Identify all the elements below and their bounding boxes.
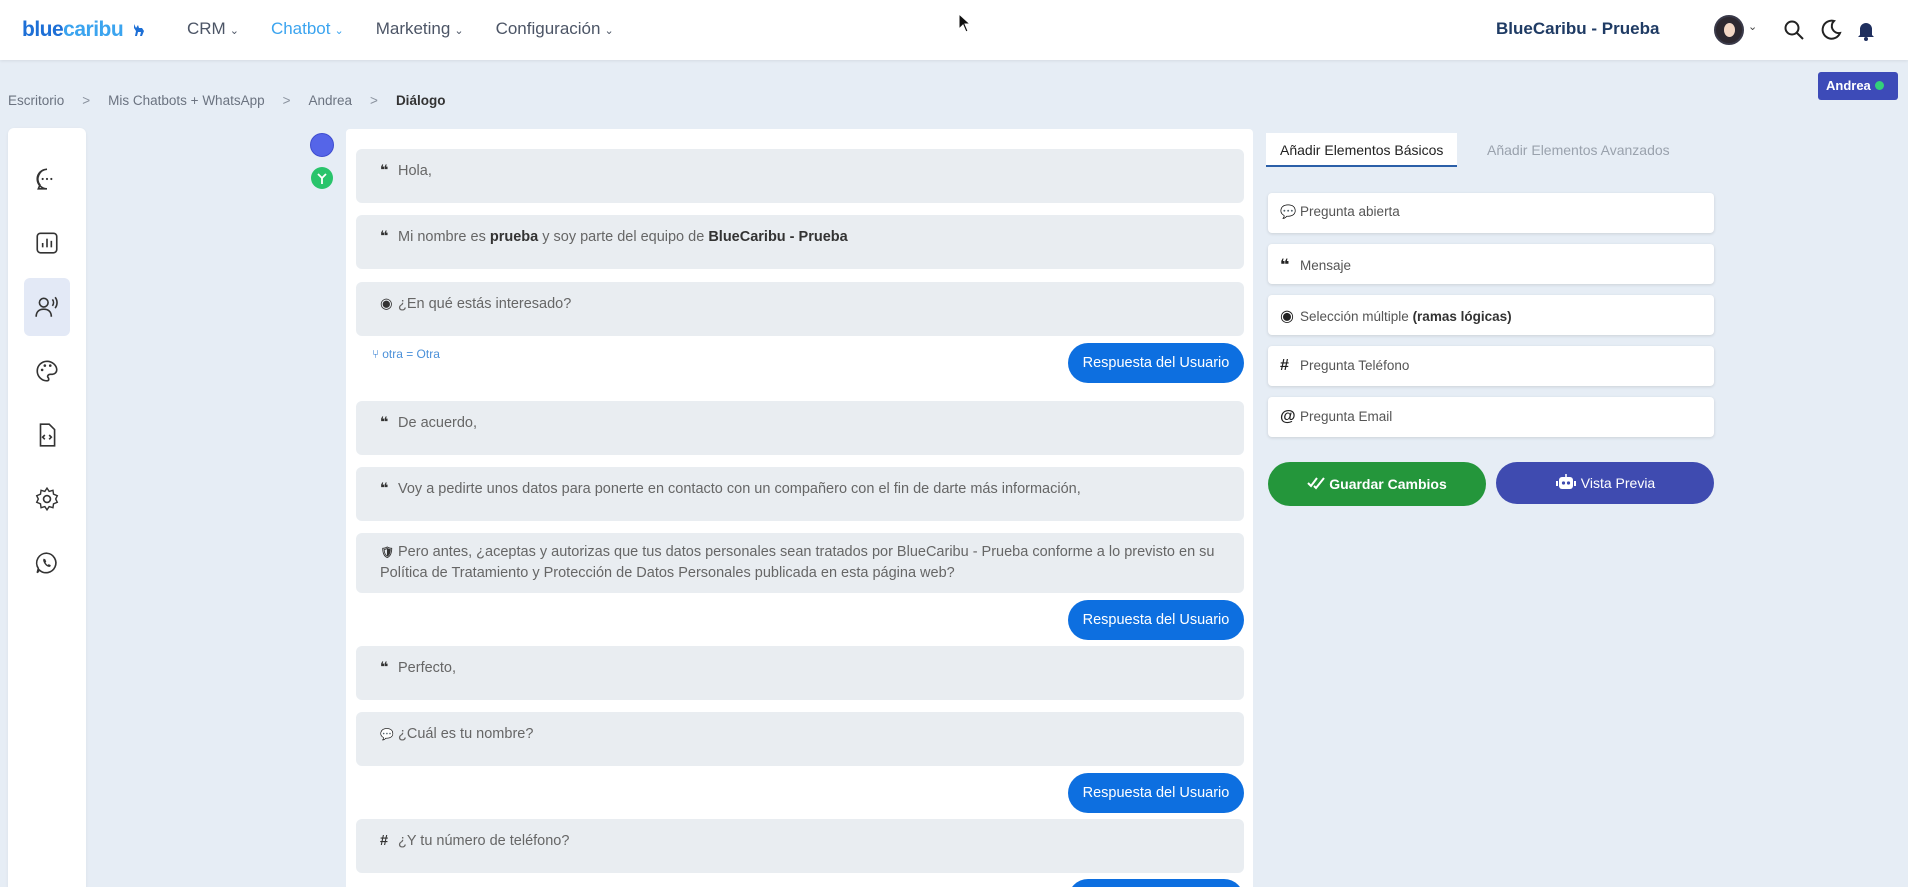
gear-icon [35,486,59,512]
palette-icon [36,360,58,382]
sidebar-item-whatsapp[interactable] [24,534,70,592]
nav-configuracion[interactable]: Configuración ⌄ [496,19,614,39]
element-tabs: Añadir Elementos Básicos Añadir Elemento… [1266,133,1716,167]
quote-icon: ❝ [380,229,389,245]
dialog-message[interactable]: 💬 ¿Cuál es tu nombre? [356,712,1244,766]
dialog-message[interactable]: 🛡 Pero antes, ¿aceptas y autorizas que tu… [356,533,1244,593]
quote-icon: ❝ [380,481,389,497]
sidebar-item-design[interactable] [24,342,70,400]
deer-logo-icon [133,24,144,36]
sidebar-item-settings[interactable] [24,470,70,528]
tab-basic-elements[interactable]: Añadir Elementos Básicos [1266,133,1458,167]
user-status-badge[interactable]: Andrea [1818,72,1898,100]
bar-chart-icon [36,232,58,254]
branch-toggle-button[interactable] [311,167,333,189]
nav-chatbot[interactable]: Chatbot ⌄ [271,19,344,39]
breadcrumb-andrea[interactable]: Andrea [309,93,353,108]
bell-icon[interactable] [1854,18,1878,42]
user-voice-icon [35,296,58,317]
tab-advanced-elements[interactable]: Añadir Elementos Avanzados [1473,133,1684,167]
sidebar-item-conversations[interactable] [24,150,70,208]
element-message[interactable]: ❝ Mensaje [1268,244,1714,284]
top-navbar: bluecaribu CRM ⌄ Chatbot ⌄ Marketing ⌄ Conf… [0,0,1908,60]
chevron-down-icon: ⌄ [604,25,614,37]
quote-icon: ❝ [380,415,389,431]
user-response-button[interactable] [1068,879,1244,887]
speech-bubble-icon: 💬 [380,729,394,741]
add-node-button[interactable] [310,133,334,157]
double-check-icon [1307,477,1326,490]
breadcrumb-current: Diálogo [395,93,446,108]
sidebar-item-code[interactable] [24,406,70,464]
sidebar-item-contacts[interactable] [24,278,70,336]
company-name: BlueCaribu - Prueba [1496,19,1660,38]
robot-icon [1555,474,1576,489]
quote-icon: ❝ [380,660,389,676]
breadcrumb: Escritorio > Mis Chatbots + WhatsApp > A… [8,93,446,108]
moon-icon[interactable] [1819,18,1843,42]
chevron-down-icon[interactable]: ⌄ [1748,20,1757,33]
user-response-button[interactable]: Respuesta del Usuario [1068,600,1244,640]
at-icon: @ [1280,408,1296,425]
shield-icon: 🛡 [380,547,394,559]
preview-button[interactable]: Vista Previa [1496,462,1714,504]
chevron-down-icon: ⌄ [334,25,344,37]
element-multiple-choice[interactable]: ◉ Selección múltiple (ramas lógicas) [1268,295,1714,335]
dialog-message[interactable]: ◉ ¿En qué estás interesado? [356,282,1244,336]
element-phone-question[interactable]: # Pregunta Teléfono [1268,346,1714,386]
whatsapp-icon [35,552,57,574]
save-button[interactable]: Guardar Cambios [1268,462,1486,506]
dialog-editor: ❝ Hola, ❝ Mi nombre es prueba y soy parte … [346,129,1253,887]
dialog-message[interactable]: # ¿Y tu número de teléfono? [356,819,1244,873]
chat-bubble-icon [36,168,53,190]
chevron-down-icon: ⌄ [229,25,239,37]
element-email-question[interactable]: @ Pregunta Email [1268,397,1714,437]
speech-bubble-icon: 💬 [1280,204,1297,219]
breadcrumb-escritorio[interactable]: Escritorio [8,93,64,108]
online-status-dot [1874,81,1884,90]
dialog-message[interactable]: ❝ Voy a pedirte unos datos para ponerte e… [356,467,1244,521]
nav-crm[interactable]: CRM ⌄ [187,19,239,39]
branch-icon [317,173,327,184]
left-sidebar [8,128,86,887]
search-icon[interactable] [1782,18,1806,42]
quote-icon: ❝ [1280,257,1290,274]
main-nav: CRM ⌄ Chatbot ⌄ Marketing ⌄ Configuración ⌄ [187,19,614,39]
radio-icon: ◉ [380,296,393,312]
dialog-message[interactable]: ❝ Perfecto, [356,646,1244,700]
branch-icon: ⑂ [372,347,380,361]
quote-icon: ❝ [380,163,389,179]
mouse-cursor-icon [958,13,972,33]
branch-label[interactable]: ⑂ otra = Otra [372,347,440,361]
element-open-question[interactable]: 💬 Pregunta abierta [1268,193,1714,233]
hash-icon: # [1280,357,1289,374]
dialog-message[interactable]: ❝ Hola, [356,149,1244,203]
breadcrumb-mis-chatbots[interactable]: Mis Chatbots + WhatsApp [108,93,264,108]
user-response-button[interactable]: Respuesta del Usuario [1068,773,1244,813]
bluecaribu-logo[interactable]: bluecaribu [22,18,147,42]
code-file-icon [39,423,56,447]
radio-icon: ◉ [1280,308,1294,325]
dialog-message[interactable]: ❝ Mi nombre es prueba y soy parte del equ… [356,215,1244,269]
dialog-message[interactable]: ❝ De acuerdo, [356,401,1244,455]
hash-icon: # [380,833,389,849]
user-response-button[interactable]: Respuesta del Usuario [1068,343,1244,383]
chevron-down-icon: ⌄ [454,25,464,37]
sidebar-item-stats[interactable] [24,214,70,272]
nav-marketing[interactable]: Marketing ⌄ [376,19,464,39]
avatar[interactable] [1714,15,1744,45]
